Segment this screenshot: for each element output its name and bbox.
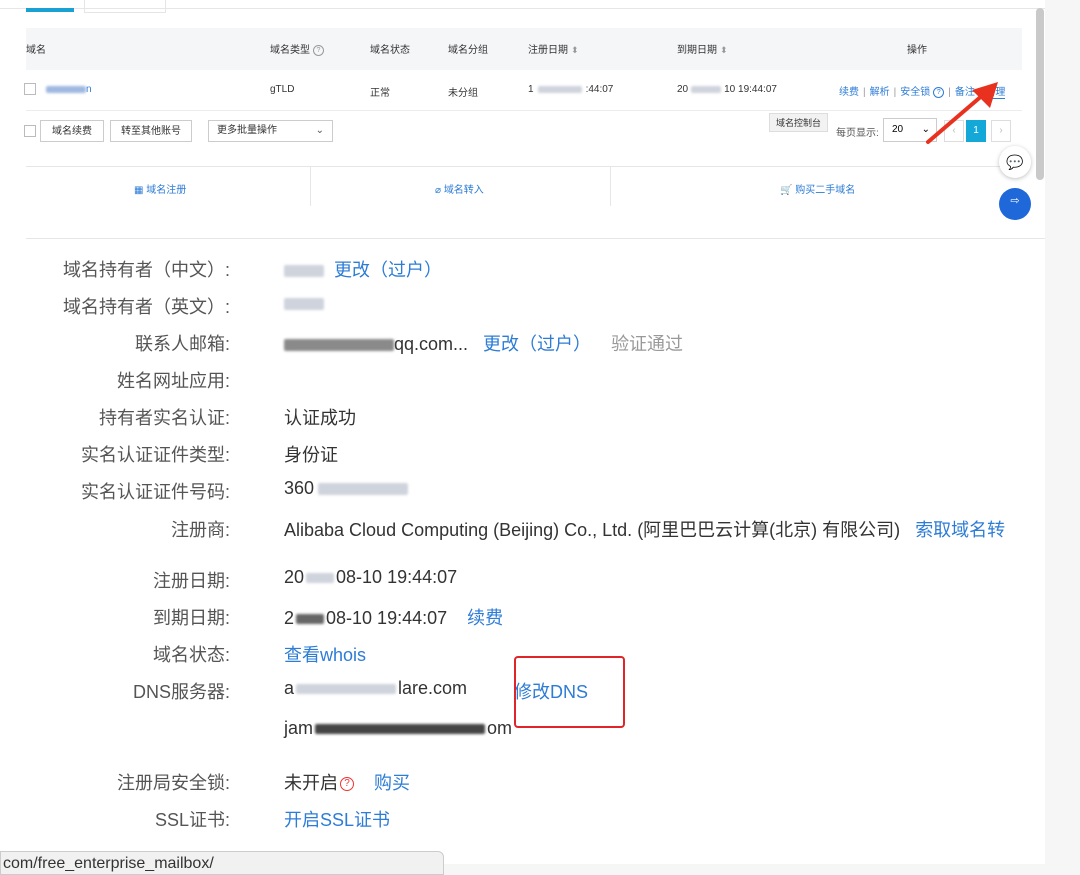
row-divider (26, 110, 1022, 111)
registrar-label: 注册商: (170, 520, 230, 540)
link-icon: ⌀ (435, 185, 444, 196)
email-label: 联系人邮箱: (134, 334, 230, 354)
row-checkbox[interactable] (24, 83, 36, 95)
tab-inactive[interactable] (84, 0, 166, 13)
col-exp-date[interactable]: 到期日期 ⬍ (677, 41, 728, 56)
domain-group-cell: 未分组 (448, 88, 478, 99)
col-status: 域名状态 (370, 45, 410, 56)
cert-no-label: 实名认证证件号码: (80, 482, 230, 502)
reg-date-cell: 1:44:07 (528, 84, 614, 95)
divider (610, 166, 611, 206)
console-tooltip: 域名控制台 (769, 113, 829, 132)
domain-type-cell: gTLD (270, 84, 295, 95)
assistant-icon[interactable]: ⇨ (999, 188, 1031, 220)
calendar-icon: ▦ (134, 185, 147, 196)
reg-date-label: 注册日期: (152, 571, 230, 591)
col-ops: 操作 (907, 45, 927, 56)
chevron-down-icon: ⌄ (315, 125, 324, 136)
lock-value: 未开启? 购买 (284, 773, 411, 793)
dns-highlight-box (514, 656, 625, 728)
owner-cn-label: 域名持有者（中文）: (62, 260, 230, 280)
dns-server-2: jam om (284, 718, 513, 738)
realname-label: 持有者实名认证: (98, 408, 230, 428)
ssl-link[interactable]: 开启SSL证书 (284, 806, 390, 832)
domain-status-label: 域名状态: (152, 645, 230, 665)
tab-active[interactable] (26, 0, 74, 12)
arrow-annotation-icon (926, 82, 998, 144)
cert-type-label: 实名认证证件类型: (80, 445, 230, 465)
dns-label: DNS服务器: (132, 682, 230, 702)
reg-date-value: 20 08-10 19:44:07 (284, 567, 458, 587)
col-domain: 域名 (26, 45, 46, 56)
owner-cn-value: 更改（过户） (284, 256, 442, 282)
cert-no-value: 360 (284, 478, 409, 499)
sort-icon[interactable]: ⬍ (571, 45, 579, 55)
renew-link[interactable]: 续费 (467, 608, 503, 628)
cert-type-value: 身份证 (284, 445, 338, 465)
status-bar-url: com/free_enterprise_mailbox/ (0, 851, 444, 875)
transfer-account-button[interactable]: 转至其他账号 (110, 120, 192, 142)
whois-link[interactable]: 查看whois (284, 641, 366, 667)
section-divider (26, 238, 1045, 239)
help-icon[interactable]: ? (340, 777, 354, 791)
per-page-label: 每页显示: (836, 128, 879, 139)
domain-status-cell: 正常 (370, 88, 390, 99)
renew-link[interactable]: 续费 (839, 87, 859, 98)
email-verified-status: 验证通过 (611, 334, 684, 354)
request-transfer-link[interactable]: 索取域名转 (915, 520, 1005, 540)
email-value: qq.com... 更改（过户） 验证通过 (284, 330, 683, 356)
cart-icon: 🛒 (780, 185, 796, 196)
help-icon[interactable]: ? (313, 45, 324, 56)
email-change-link[interactable]: 更改（过户） (483, 334, 591, 354)
ssl-label: SSL证书: (154, 810, 230, 830)
lock-label: 注册局安全锁: (116, 773, 230, 793)
owner-change-link[interactable]: 更改（过户） (334, 260, 442, 280)
dns-server-1: a lare.com (284, 678, 468, 698)
registrar-value: Alibaba Cloud Computing (Beijing) Co., L… (284, 520, 1006, 540)
domain-name-cell[interactable]: n (46, 84, 92, 95)
select-all-checkbox[interactable] (24, 125, 36, 137)
realname-value: 认证成功 (284, 408, 356, 428)
exp-date-cell: 20 10 19:44:07 (677, 84, 777, 95)
col-reg-date[interactable]: 注册日期 ⬍ (528, 41, 579, 56)
col-group: 域名分组 (448, 45, 488, 56)
scrollbar[interactable] (1036, 8, 1044, 180)
chat-icon[interactable]: 💬 (999, 146, 1031, 178)
table-header (26, 28, 1022, 70)
buy-secondhand-link[interactable]: 🛒 购买二手域名 (780, 181, 855, 196)
register-domain-link[interactable]: ▦ 域名注册 (134, 181, 186, 196)
exp-date-label: 到期日期: (152, 608, 230, 628)
page-canvas: 域名 域名类型? 域名状态 域名分组 注册日期 ⬍ 到期日期 ⬍ 操作 n gTLD… (0, 0, 1045, 864)
sort-icon[interactable]: ⬍ (720, 45, 728, 55)
owner-en-label: 域名持有者（英文）: (62, 297, 230, 317)
exp-date-value: 2 08-10 19:44:07 续费 (284, 608, 504, 628)
resolve-link[interactable]: 解析 (870, 87, 890, 98)
transfer-in-link[interactable]: ⌀ 域名转入 (435, 181, 484, 196)
divider (310, 166, 311, 206)
more-bulk-select[interactable]: 更多批量操作 ⌄ (208, 120, 333, 142)
bulk-renew-button[interactable]: 域名续费 (40, 120, 104, 142)
owner-en-value (284, 293, 324, 314)
name-app-label: 姓名网址应用: (116, 371, 230, 391)
col-type: 域名类型? (270, 41, 324, 56)
buy-lock-link[interactable]: 购买 (374, 773, 410, 793)
